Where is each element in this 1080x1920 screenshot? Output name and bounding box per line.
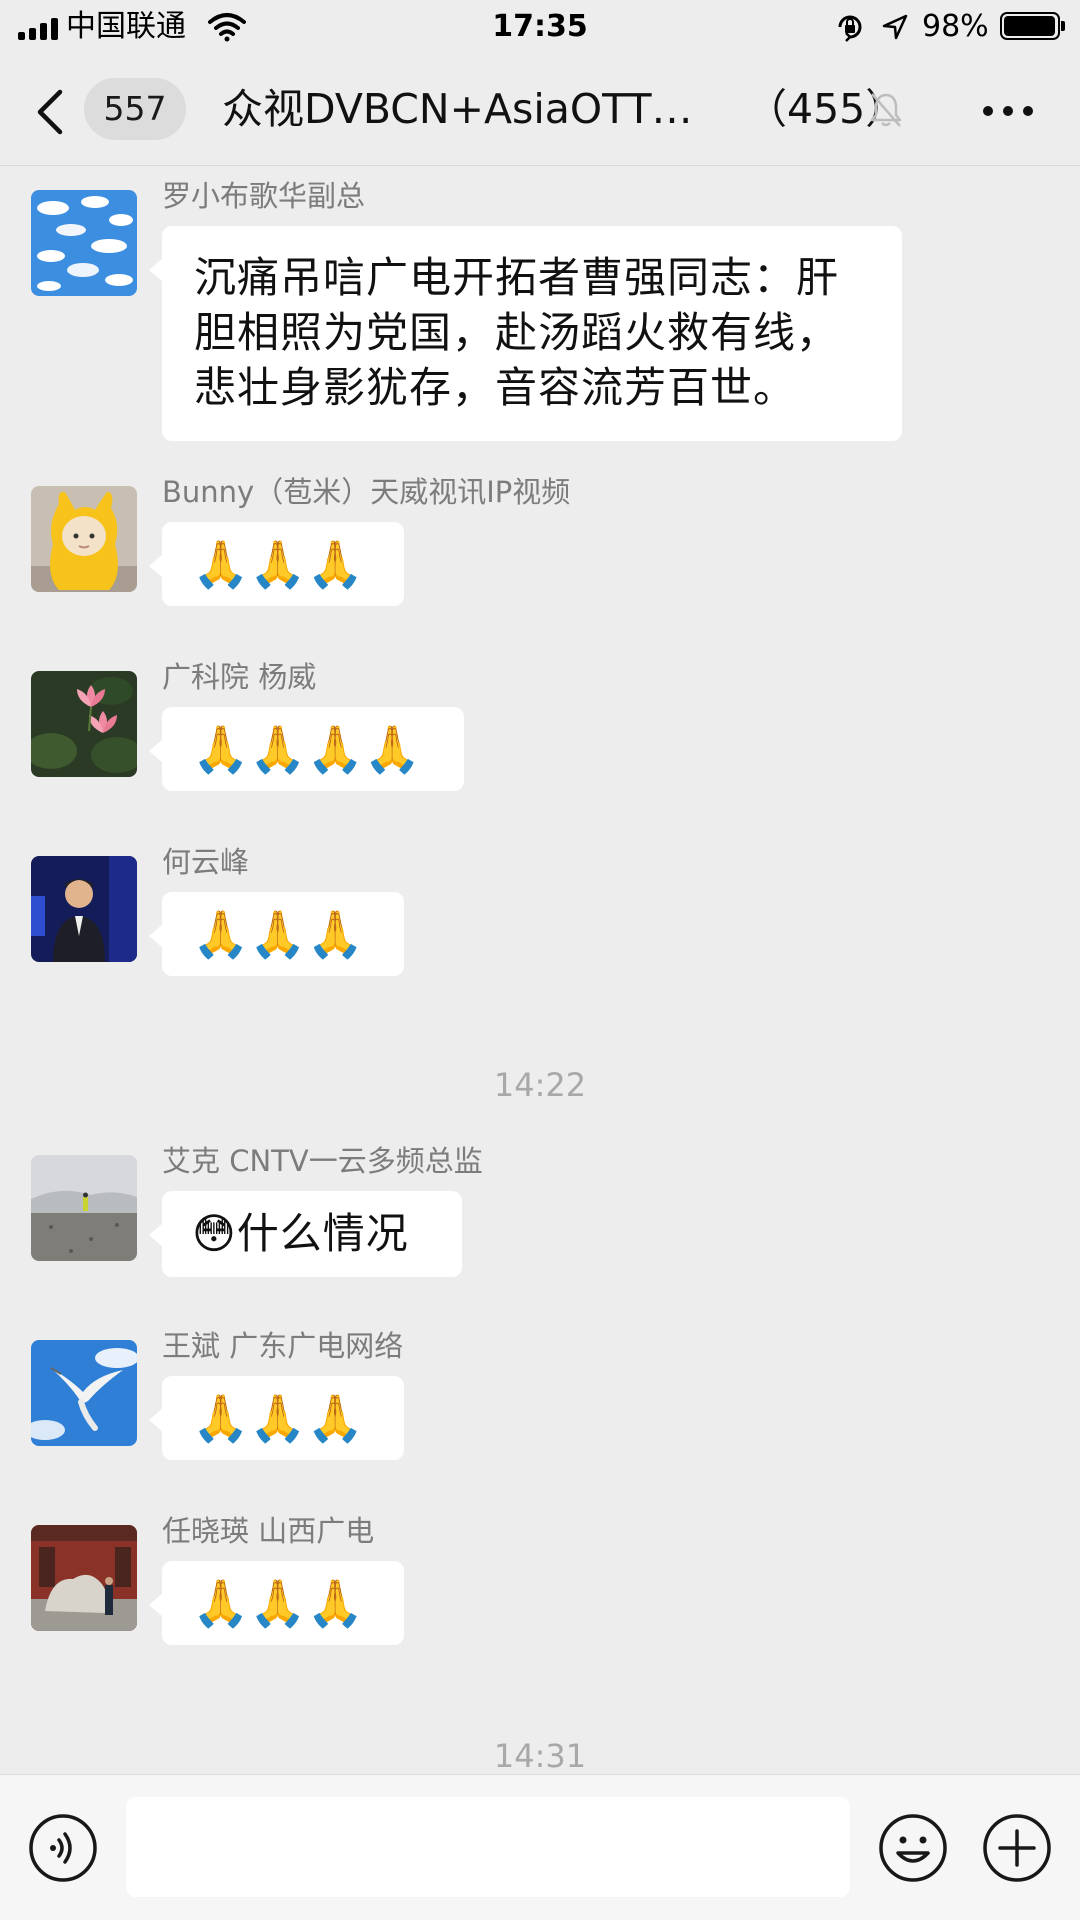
battery-icon [1000,12,1065,40]
battery-level-fill [1004,16,1055,36]
clock-time: 17:35 [492,9,588,44]
message-text: 🙏🙏🙏 [192,907,364,961]
voice-icon [29,1814,97,1882]
message-bubble[interactable]: 🙏🙏🙏 [149,892,404,976]
sender-name: 任晓瑛 山西广电 [162,1514,375,1548]
rotation-lock-icon [835,12,865,42]
chat-header: 557 众视DVBCN+AsiaOTT… （455） [0,60,1080,166]
yellow-raincoat-doll-avatar[interactable] [31,486,137,592]
message-timestamp: 14:31 [493,1737,587,1774]
emoji-icon [879,1814,947,1882]
sender-name: Bunny（苞米）天威视讯IP视频 [162,475,571,509]
message-text: 沉痛吊唁广电开拓者曹强同志：肝胆相照为党国，赴汤蹈火救有线，悲壮身影犹存，音容流… [194,253,840,412]
wechat-group-chat-screen: 中国联通 17:35 98% 557 众视DVBCN+AsiaOTT… （455… [0,0,1080,1920]
message-bubble[interactable]: 🙏🙏🙏 [149,1376,404,1460]
more-options-button[interactable] [978,86,1038,136]
message-text: 🙏🙏🙏 [192,1576,364,1630]
message-bubble[interactable]: 沉痛吊唁广电开拓者曹强同志：肝胆相照为党国，赴汤蹈火救有线，悲壮身影犹存，音容流… [149,226,902,441]
unread-count-badge[interactable]: 557 [84,78,186,140]
stone-statue-avatar[interactable] [31,1525,137,1631]
seagull-sky-avatar[interactable] [31,1340,137,1446]
rocky-mountain-avatar[interactable] [31,1155,137,1261]
message-bubble[interactable]: 🙏🙏🙏 [149,1561,404,1645]
emoji-button[interactable] [878,1813,948,1883]
message-bubble[interactable]: 😳什么情况 [149,1191,462,1277]
status-bar: 中国联通 17:35 98% [0,0,1080,54]
sender-name: 广科院 杨威 [162,660,317,694]
sender-name: 艾克 CNTV一云多频总监 [162,1144,483,1178]
more-dots-icon [983,106,1033,116]
input-bar [0,1774,1080,1920]
sender-name: 王斌 广东广电网络 [162,1329,404,1363]
message-text: 🙏🙏🙏 [192,1391,364,1445]
message-text: 🙏🙏🙏 [192,537,364,591]
back-button[interactable] [30,82,70,142]
location-arrow-icon [880,12,910,42]
sender-name: 何云峰 [162,845,250,879]
chat-title[interactable]: 众视DVBCN+AsiaOTT… [222,80,722,138]
message-list[interactable]: 罗小布歌华副总 沉痛吊唁广电开拓者曹强同志：肝胆相照为党国，赴汤蹈火救有线，悲壮… [0,166,1080,1774]
message-timestamp: 14:22 [493,1066,587,1104]
sender-name: 罗小布歌华副总 [162,179,366,213]
voice-input-button[interactable] [28,1813,98,1883]
back-chevron-icon [37,89,63,135]
speaker-on-stage-avatar[interactable] [31,856,137,962]
message-bubble[interactable]: 🙏🙏🙏🙏 [149,707,464,791]
message-text: 🙏🙏🙏🙏 [192,722,422,776]
more-functions-button[interactable] [982,1813,1052,1883]
plus-icon [983,1814,1051,1882]
message-bubble[interactable]: 🙏🙏🙏 [149,522,404,606]
bell-muted-icon [868,90,904,130]
sky-clouds-avatar[interactable] [31,190,137,296]
message-input[interactable] [126,1797,850,1897]
battery-percent: 98% [922,9,989,44]
message-text: 😳什么情况 [192,1209,409,1258]
lotus-flower-avatar[interactable] [31,671,137,777]
